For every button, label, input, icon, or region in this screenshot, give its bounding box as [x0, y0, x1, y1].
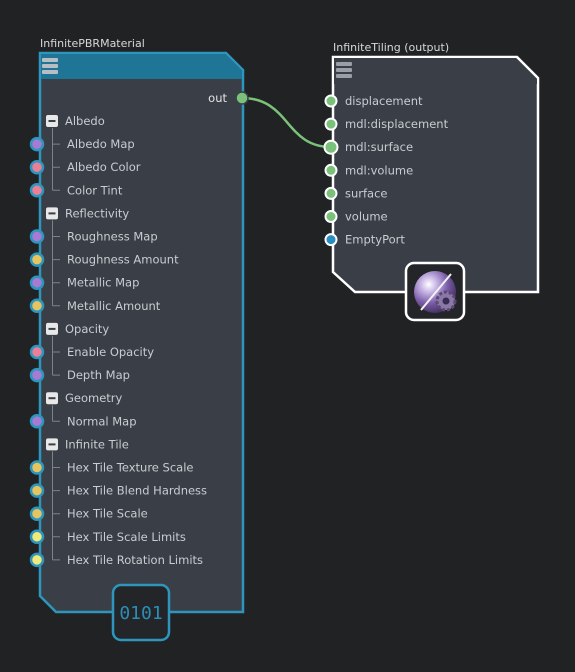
input-label: volume — [345, 210, 388, 224]
input-port[interactable] — [323, 139, 339, 155]
binary-badge-text: 0101 — [119, 603, 162, 624]
material-node-header[interactable] — [41, 54, 242, 79]
input-port[interactable] — [29, 159, 45, 175]
connection-wire[interactable] — [241, 96, 332, 149]
minus-icon — [48, 120, 56, 122]
node-graph-canvas[interactable]: out Albedo Albedo Map Albedo Color Color Ti… — [0, 0, 575, 672]
input-port[interactable] — [29, 298, 45, 314]
group-label: Albedo — [65, 114, 105, 128]
input-label: Albedo Map — [67, 137, 135, 151]
input-label: Enable Opacity — [67, 345, 154, 359]
input-port[interactable] — [29, 136, 45, 152]
input-port[interactable] — [324, 117, 338, 131]
material-sphere-gear-icon — [414, 271, 457, 313]
input-port[interactable] — [29, 529, 45, 545]
input-label: surface — [345, 186, 388, 200]
material-output-label: out — [208, 91, 227, 105]
input-label: mdl:displacement — [345, 117, 449, 131]
input-label: Metallic Map — [67, 276, 139, 290]
output-node-header[interactable] — [334, 58, 537, 84]
input-port[interactable] — [29, 229, 45, 244]
input-label: Hex Tile Scale — [67, 507, 148, 521]
group-label: Infinite Tile — [65, 437, 129, 451]
group-label: Reflectivity — [65, 206, 129, 220]
input-port[interactable] — [324, 210, 338, 223]
input-label: Color Tint — [67, 183, 123, 197]
input-label: EmptyPort — [345, 233, 405, 247]
input-label: Hex Tile Blend Hardness — [67, 484, 207, 498]
input-label: Roughness Amount — [67, 253, 179, 267]
input-port[interactable] — [29, 367, 45, 383]
output-input-volume[interactable]: volume — [324, 210, 388, 224]
input-port[interactable] — [29, 344, 45, 360]
input-label: Albedo Color — [67, 160, 141, 174]
input-label: Hex Tile Scale Limits — [67, 530, 186, 544]
minus-icon — [48, 327, 56, 330]
input-port[interactable] — [29, 506, 45, 521]
input-label: displacement — [345, 94, 423, 108]
hamburger-menu-icon[interactable] — [336, 62, 352, 78]
input-port[interactable] — [324, 94, 338, 108]
group-label: Opacity — [65, 322, 109, 336]
input-label: Normal Map — [67, 414, 137, 428]
minus-icon — [48, 443, 56, 446]
input-port[interactable] — [324, 163, 338, 177]
material-node[interactable]: out Albedo Albedo Map Albedo Color Color Ti… — [29, 51, 249, 642]
input-port[interactable] — [29, 183, 45, 198]
input-label: Depth Map — [67, 368, 130, 382]
output-input-surface[interactable]: surface — [324, 186, 388, 200]
input-label: Hex Tile Rotation Limits — [67, 553, 203, 567]
input-port[interactable] — [29, 460, 45, 475]
input-label: Roughness Map — [67, 230, 158, 244]
input-port[interactable] — [324, 186, 338, 200]
group-label: Geometry — [65, 391, 123, 405]
input-port[interactable] — [29, 252, 45, 267]
input-port[interactable] — [324, 233, 338, 247]
minus-icon — [48, 212, 56, 215]
output-node[interactable]: displacement mdl:displacement mdl:surface m… — [323, 55, 540, 322]
input-port[interactable] — [29, 275, 45, 290]
material-output-port[interactable] — [235, 91, 249, 105]
input-port[interactable] — [29, 552, 45, 568]
input-label: mdl:volume — [345, 163, 413, 177]
hamburger-menu-icon[interactable] — [42, 58, 58, 74]
input-label: mdl:surface — [345, 140, 413, 154]
input-label: Hex Tile Texture Scale — [67, 461, 193, 475]
input-label: Metallic Amount — [67, 299, 161, 313]
input-port[interactable] — [29, 483, 45, 498]
minus-icon — [48, 397, 56, 400]
input-port[interactable] — [29, 414, 45, 429]
